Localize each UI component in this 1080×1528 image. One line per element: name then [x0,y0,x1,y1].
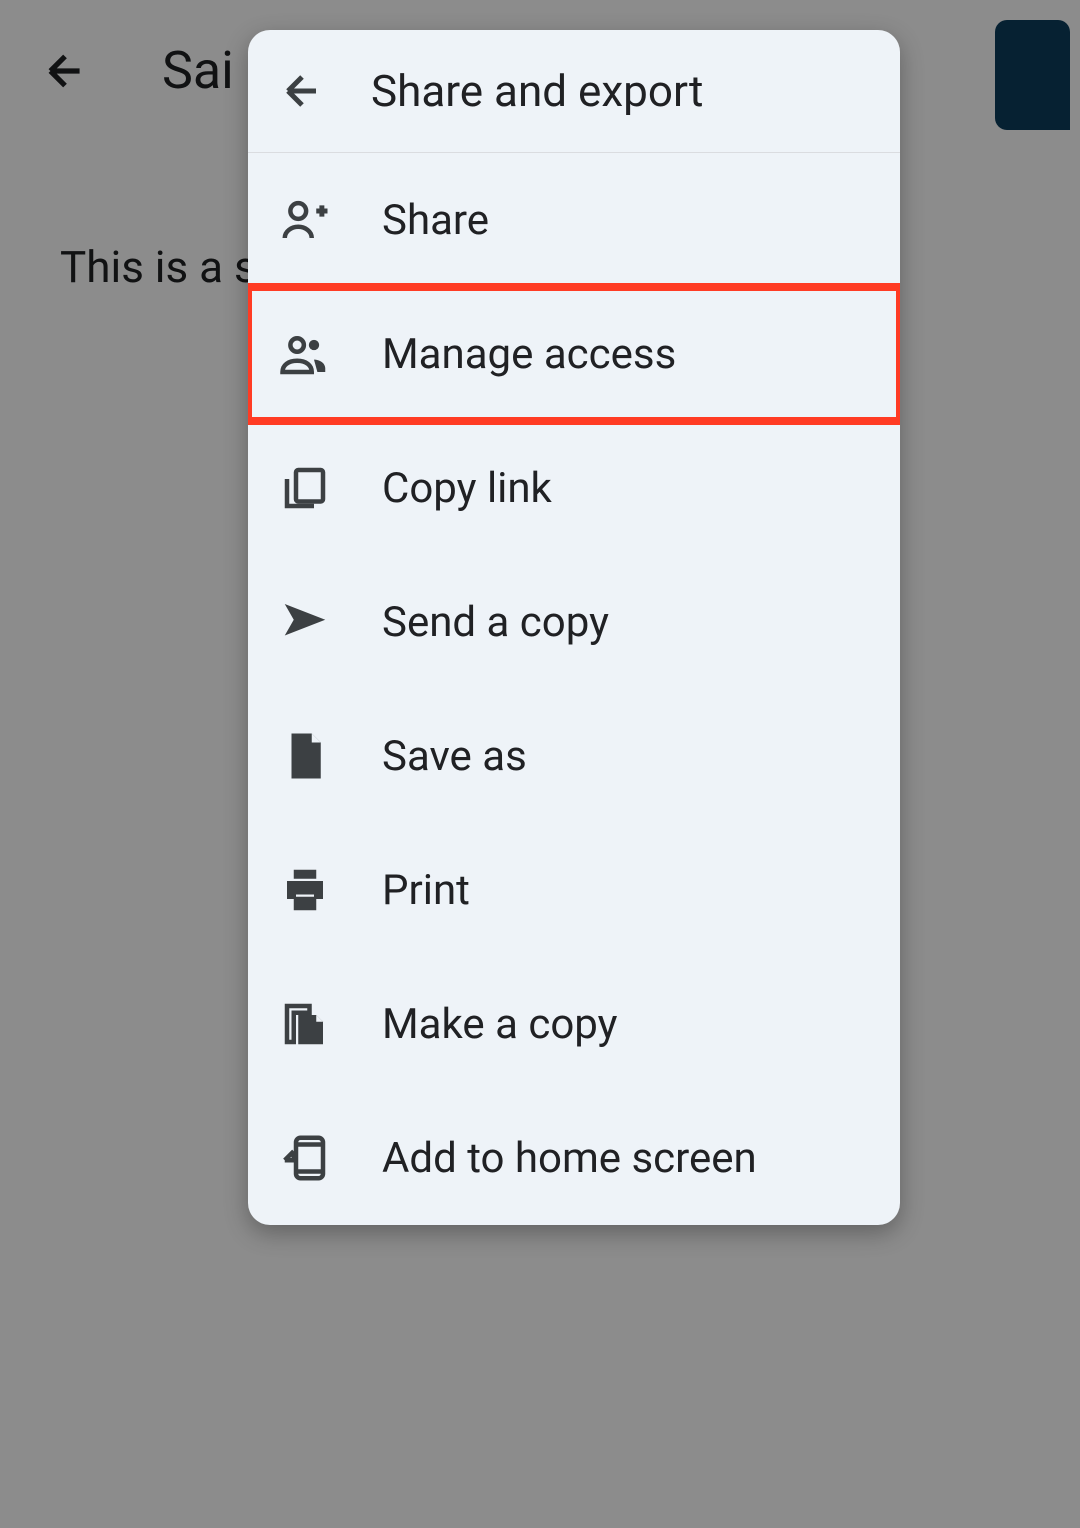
menu-item-label: Add to home screen [382,1134,757,1183]
menu-item-copy-link[interactable]: Copy link [248,421,900,555]
share-export-menu: Share and export Share Manage access [248,30,900,1225]
menu-item-label: Print [382,866,470,915]
menu-item-save-as[interactable]: Save as [248,689,900,823]
menu-item-label: Share [382,196,489,245]
add-home-icon [278,1131,332,1185]
back-icon[interactable] [278,67,326,115]
file-icon [278,729,332,783]
send-icon [278,595,332,649]
menu-item-manage-access[interactable]: Manage access [248,283,900,425]
menu-item-label: Send a copy [382,598,609,647]
people-icon [278,327,332,381]
menu-item-print[interactable]: Print [248,823,900,957]
menu-item-label: Make a copy [382,1000,618,1049]
menu-item-label: Copy link [382,464,552,513]
person-add-icon [278,193,332,247]
menu-item-label: Manage access [382,330,676,379]
copy-link-icon [278,461,332,515]
menu-item-label: Save as [382,732,527,781]
file-copy-icon [278,997,332,1051]
menu-header: Share and export [248,30,900,153]
menu-item-make-copy[interactable]: Make a copy [248,957,900,1091]
print-icon [278,863,332,917]
menu-item-send-copy[interactable]: Send a copy [248,555,900,689]
menu-title: Share and export [371,65,703,117]
menu-item-add-home-screen[interactable]: Add to home screen [248,1091,900,1225]
menu-item-share[interactable]: Share [248,153,900,287]
